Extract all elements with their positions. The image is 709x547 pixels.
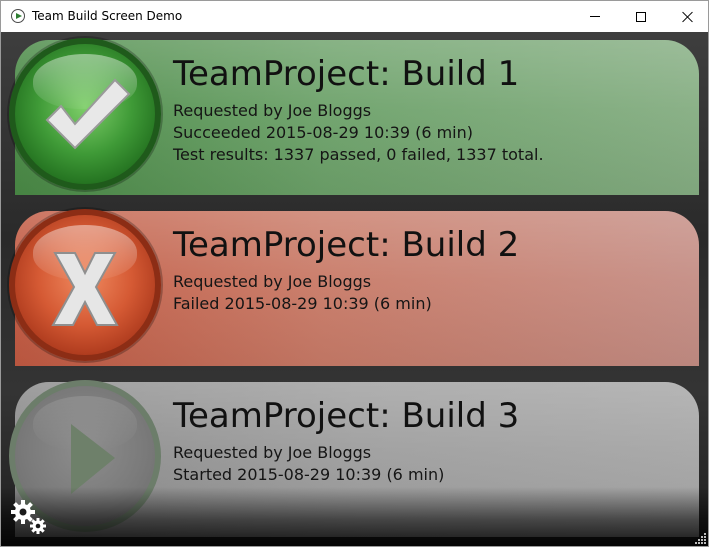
build-requested-by: Requested by Joe Bloggs (173, 272, 372, 291)
app-window: Team Build Screen Demo TeamProject: Buil… (0, 0, 709, 547)
window-title: Team Build Screen Demo (32, 9, 183, 23)
build-status-line: Started 2015-08-29 10:39 (6 min) (173, 465, 445, 484)
bottom-fade (1, 487, 708, 546)
checkmark-icon (45, 78, 131, 150)
build-title: TeamProject: Build 2 (173, 225, 520, 265)
resize-grip-icon[interactable] (695, 532, 707, 544)
maximize-button[interactable] (618, 1, 664, 32)
build-status-line: Failed 2015-08-29 10:39 (6 min) (173, 294, 432, 313)
gears-icon[interactable] (9, 497, 49, 537)
build-screen: TeamProject: Build 1 Requested by Joe Bl… (1, 32, 708, 546)
build-status-orb-2 (9, 209, 161, 361)
build-requested-by: Requested by Joe Bloggs (173, 443, 372, 462)
close-button[interactable] (664, 1, 709, 32)
build-title: TeamProject: Build 1 (173, 54, 520, 94)
build-requested-by: Requested by Joe Bloggs (173, 101, 372, 120)
build-status-line: Succeeded 2015-08-29 10:39 (6 min) (173, 123, 474, 142)
x-icon (51, 252, 119, 326)
minimize-icon (590, 16, 600, 17)
build-test-results: Test results: 1337 passed, 0 failed, 133… (173, 145, 544, 164)
maximize-icon (636, 11, 646, 22)
close-icon (681, 11, 693, 23)
build-title: TeamProject: Build 3 (173, 396, 520, 436)
title-bar[interactable]: Team Build Screen Demo (1, 1, 708, 32)
play-circle-icon (11, 9, 25, 23)
minimize-button[interactable] (572, 1, 618, 32)
build-status-orb-1 (9, 38, 161, 190)
